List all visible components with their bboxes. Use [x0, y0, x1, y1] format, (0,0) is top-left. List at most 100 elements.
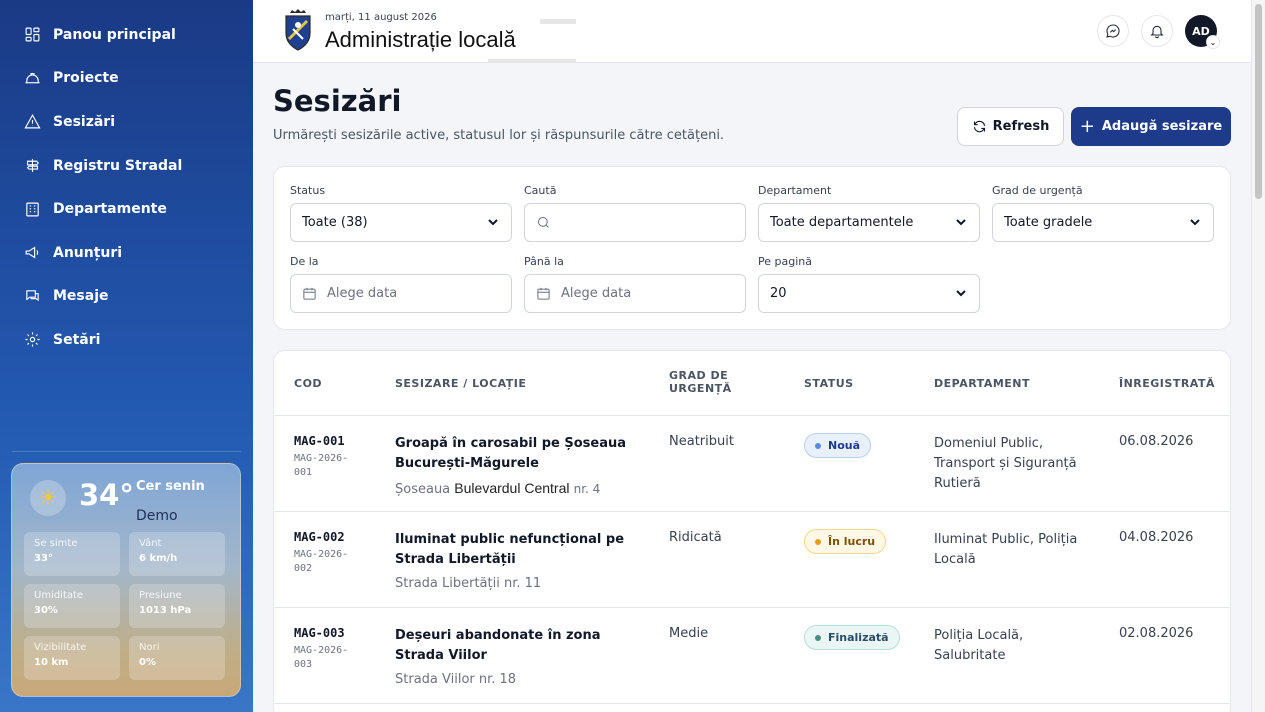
sidebar-item-anunturi[interactable]: Anunțuri	[0, 231, 253, 275]
report-code[interactable]: MAG-003	[294, 626, 345, 640]
sidebar-item-sesizari[interactable]: Sesizări	[0, 100, 253, 144]
sidebar-item-registru-stradal[interactable]: Registru Stradal	[0, 144, 253, 188]
building-icon	[26, 202, 39, 217]
sun-icon: ☀	[30, 480, 66, 516]
column-header-code[interactable]: COD	[294, 377, 322, 390]
weather-stat-label: Nori	[139, 642, 160, 653]
sidebar-item-departamente[interactable]: Departamente	[0, 187, 253, 231]
header-decoration	[488, 59, 576, 63]
refresh-icon	[973, 120, 985, 133]
sidebar-divider	[12, 451, 241, 452]
add-report-button[interactable]: + Adaugă sesizare	[1071, 107, 1231, 146]
report-urgency: Neatribuit	[669, 434, 734, 449]
chat-icon	[26, 290, 39, 301]
weather-stat-value: 33°	[34, 553, 53, 564]
sidebar-item-setari[interactable]: Setări	[0, 318, 253, 362]
report-code[interactable]: MAG-001	[294, 434, 345, 448]
header-title: Administrație locală	[325, 27, 516, 52]
column-header-urgency-line2: URGENȚĂ	[669, 382, 732, 395]
status-dot	[815, 634, 821, 641]
report-department: Poliția Locală, Salubritate	[934, 628, 1024, 663]
search-icon	[538, 217, 549, 228]
page-title: Sesizări	[273, 84, 402, 118]
table-header: COD SESIZARE / LOCAȚIE GRAD DE URGENȚĂ S…	[274, 351, 1230, 416]
status-dot	[815, 442, 821, 449]
chevron-down-icon	[1189, 216, 1201, 228]
urgency-select[interactable]: Toate gradele	[992, 203, 1214, 242]
sidebar-item-mesaje[interactable]: Mesaje	[0, 275, 253, 319]
column-header-registered[interactable]: ÎNREGISTRATĂ	[1119, 377, 1215, 390]
report-reference: MAG-2026-002	[294, 549, 349, 574]
column-header-status[interactable]: STATUS	[804, 377, 854, 390]
weather-stat-value: 1013 hPa	[139, 605, 192, 616]
bell-icon	[1150, 25, 1164, 39]
search-input[interactable]	[524, 203, 746, 242]
sidebar-item-panou-principal[interactable]: Panou principal	[0, 13, 253, 57]
sidebar-item-label: Departamente	[53, 201, 167, 218]
table-row[interactable]: MAG-003 MAG-2026-003 Deșeuri abandonate …	[274, 608, 1230, 704]
department-select[interactable]: Toate departamentele	[758, 203, 980, 242]
avatar-initials: AD	[1192, 24, 1210, 38]
status-filter-label: Status	[290, 184, 326, 197]
weather-stats: Se simte 33° Vânt 6 km/h Umiditate 30% Pres…	[24, 532, 225, 680]
report-department: Domeniul Public, Transport și Siguranță …	[934, 436, 1077, 491]
table-row[interactable]: MAG-001 MAG-2026-001 Groapă în carosabil…	[274, 416, 1230, 512]
sidebar-item-label: Registru Stradal	[53, 157, 183, 174]
table-row[interactable]: MAG-002 MAG-2026-002 Iluminat public nef…	[274, 512, 1230, 608]
report-urgency: Medie	[669, 626, 709, 641]
page-scrollbar[interactable]	[1251, 0, 1265, 712]
sidebar-item-label: Panou principal	[53, 26, 176, 43]
chevron-down-icon[interactable]: ⌄	[1206, 35, 1220, 49]
hardhat-icon	[25, 72, 40, 84]
plus-icon: +	[1079, 116, 1095, 137]
report-location-street: Bulevardul Central	[454, 480, 570, 496]
weather-condition: Cer senin	[136, 479, 205, 494]
weather-stat-humidity: Umiditate 30%	[24, 584, 120, 628]
status-badge-label: Nouă	[828, 439, 861, 452]
megaphone-icon	[25, 246, 39, 259]
coat-of-arms-logo	[285, 9, 311, 51]
report-code[interactable]: MAG-002	[294, 530, 345, 544]
top-header: marți, 11 august 2026 Administrație loca…	[253, 0, 1251, 63]
date-from-placeholder: Alege data	[327, 286, 398, 301]
reports-table: COD SESIZARE / LOCAȚIE GRAD DE URGENȚĂ S…	[273, 350, 1231, 712]
report-title[interactable]: Groapă în carosabil pe Șoseaua București…	[395, 434, 635, 474]
weather-widget: ☀ 34° Cer senin Demo Se simte 33° Vânt 6 k…	[11, 463, 241, 697]
urgency-filter-label: Grad de urgență	[992, 184, 1083, 197]
weather-stat-value: 30%	[34, 605, 58, 616]
date-to-placeholder: Alege data	[561, 286, 632, 301]
report-title[interactable]: Deșeuri abandonate în zona Strada Viilor	[395, 626, 635, 666]
weather-stat-label: Umiditate	[34, 590, 84, 601]
report-location-part: Șoseaua	[395, 482, 451, 497]
sidebar-item-proiecte[interactable]: Proiecte	[0, 57, 253, 101]
status-select[interactable]: Toate (38)	[290, 203, 512, 242]
date-from-input[interactable]: Alege data	[290, 274, 512, 313]
sidebar-item-label: Mesaje	[53, 288, 109, 305]
weather-stat-label: Vizibilitate	[34, 642, 87, 653]
chat-bubble-icon	[1106, 24, 1120, 38]
column-header-urgency[interactable]: GRAD DE URGENȚĂ	[669, 369, 732, 395]
weather-temperature: 34°	[79, 478, 134, 512]
weather-stat-label: Presiune	[139, 590, 182, 601]
notifications-button[interactable]	[1141, 15, 1173, 47]
page-subtitle: Urmărești sesizările active, statusul lo…	[273, 128, 725, 143]
report-location: Strada Libertății nr. 11	[395, 576, 542, 591]
date-from-label: De la	[290, 255, 319, 268]
status-badge: Finalizată	[804, 625, 900, 650]
messages-button[interactable]	[1097, 15, 1129, 47]
column-header-issue[interactable]: SESIZARE / LOCAȚIE	[395, 377, 526, 390]
scrollbar-thumb[interactable]	[1255, 4, 1262, 199]
report-urgency: Ridicată	[669, 530, 722, 545]
column-header-department[interactable]: DEPARTAMENT	[934, 377, 1030, 390]
refresh-button[interactable]: Refresh	[957, 107, 1064, 146]
report-date: 06.08.2026	[1119, 434, 1194, 449]
report-title[interactable]: Iluminat public nefuncțional pe Strada L…	[395, 530, 635, 570]
chevron-down-icon	[955, 216, 967, 228]
status-badge-label: Finalizată	[828, 631, 889, 644]
header-date: marți, 11 august 2026	[325, 12, 437, 23]
sidebar-item-label: Sesizări	[53, 113, 116, 130]
chevron-down-icon	[487, 216, 499, 228]
per-page-select[interactable]: 20	[758, 274, 980, 313]
status-badge: Nouă	[804, 433, 872, 458]
date-to-input[interactable]: Alege data	[524, 274, 746, 313]
